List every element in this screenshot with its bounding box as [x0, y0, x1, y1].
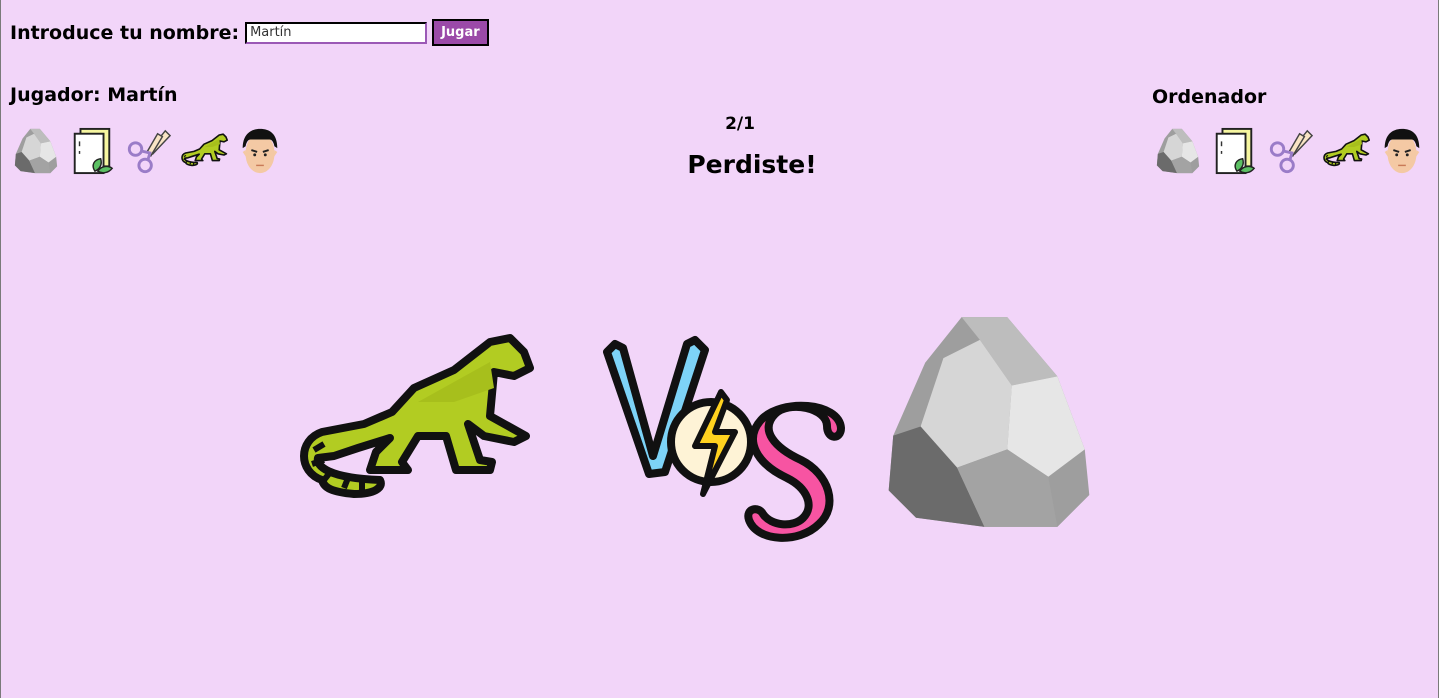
- lizard-icon: [180, 125, 228, 177]
- paper-icon: [68, 125, 116, 177]
- player-lizard-button[interactable]: [179, 124, 229, 178]
- spock-icon: [1378, 125, 1426, 177]
- computer-scissors: [1265, 124, 1315, 178]
- player-paper-button[interactable]: [67, 124, 117, 178]
- name-label: Introduce tu nombre:: [10, 21, 240, 44]
- player-spock-button[interactable]: [235, 124, 285, 178]
- rock-icon: [1154, 125, 1202, 177]
- computer-paper: [1209, 124, 1259, 178]
- name-form: Introduce tu nombre: Jugar: [10, 19, 489, 46]
- score-display: 2/1: [725, 114, 755, 134]
- player-rock-button[interactable]: [11, 124, 61, 178]
- computer-rock: [1153, 124, 1203, 178]
- computer-pick-rock-icon: [875, 308, 1103, 536]
- player-pick-lizard-icon: [294, 332, 534, 512]
- spock-icon: [236, 125, 284, 177]
- player-scissors-button[interactable]: [123, 124, 173, 178]
- vs-icon: [589, 330, 849, 550]
- rock-icon: [12, 125, 60, 177]
- computer-choices: [1153, 124, 1427, 178]
- scissors-icon: [1266, 125, 1314, 177]
- player-choices: [11, 124, 285, 178]
- player-name-label: Jugador: Martín: [10, 84, 178, 106]
- computer-spock: [1377, 124, 1427, 178]
- result-message: Perdiste!: [687, 150, 817, 179]
- computer-lizard: [1321, 124, 1371, 178]
- play-button[interactable]: Jugar: [432, 19, 489, 46]
- computer-label: Ordenador: [1152, 86, 1267, 108]
- scissors-icon: [124, 125, 172, 177]
- lizard-icon: [1322, 125, 1370, 177]
- paper-icon: [1210, 125, 1258, 177]
- name-input[interactable]: [245, 21, 428, 44]
